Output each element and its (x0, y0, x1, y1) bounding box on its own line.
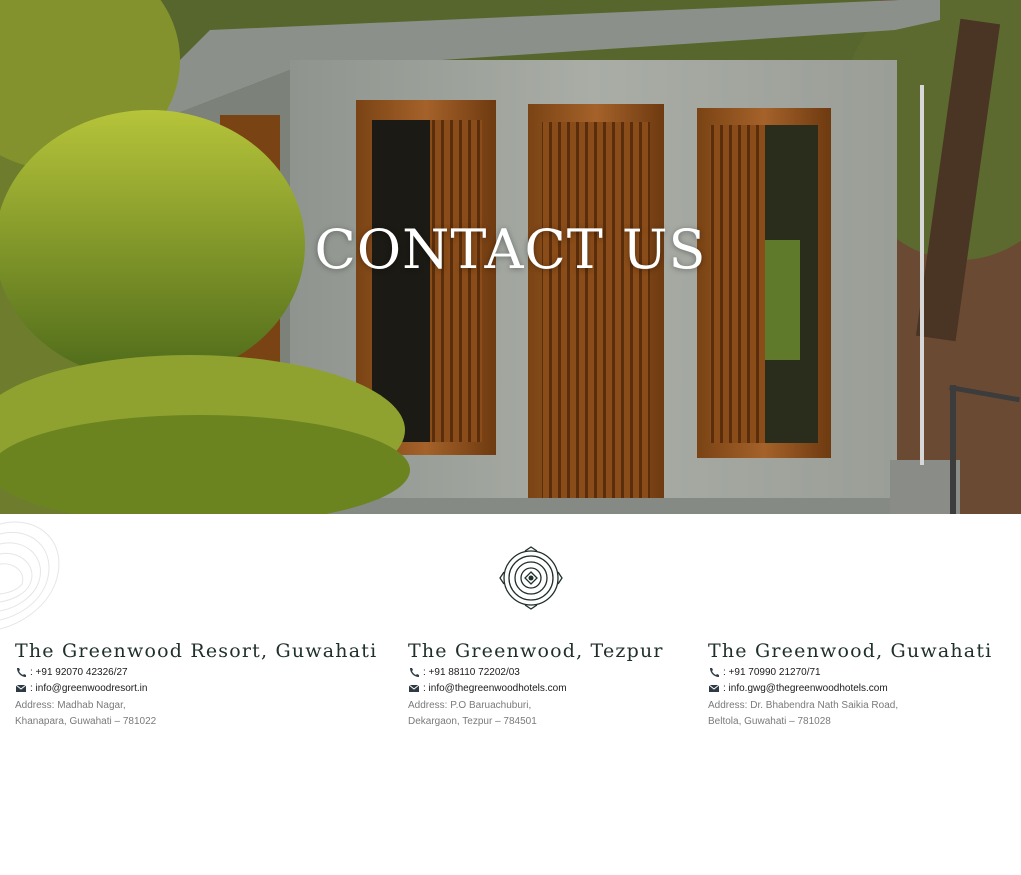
location-card-tezpur: The Greenwood, Tezpur : +91 88110 72202/… (408, 640, 664, 730)
envelope-icon (708, 684, 720, 692)
address-line-1: Address: Madhab Nagar, (15, 700, 126, 711)
email-address[interactable]: : info@greenwoodresort.in (30, 683, 147, 694)
email-address[interactable]: : info.gwg@thegreenwoodhotels.com (723, 683, 888, 694)
location-card-guwahati: The Greenwood, Guwahati : +91 70990 2127… (708, 640, 992, 730)
email-line: : info@thegreenwoodhotels.com (408, 683, 664, 694)
phone-icon (410, 668, 419, 677)
location-name: The Greenwood, Guwahati (708, 640, 993, 662)
address-line-2: Beltola, Guwahati – 781028 (708, 716, 831, 727)
phone-number[interactable]: : +91 88110 72202/03 (423, 667, 520, 678)
address: Address: Dr. Bhabendra Nath Saikia Road,… (708, 698, 928, 730)
address: Address: P.O Baruachuburi, Dekargaon, Te… (408, 698, 628, 730)
phone-line: : +91 92070 42326/27 (15, 667, 377, 678)
email-address[interactable]: : info@thegreenwoodhotels.com (423, 683, 567, 694)
email-line: : info@greenwoodresort.in (15, 683, 377, 694)
phone-line: : +91 70990 21270/71 (708, 667, 992, 678)
decorative-swirl-icon (0, 521, 60, 630)
hero-banner: CONTACT US (0, 0, 1021, 514)
page-title: CONTACT US (314, 218, 707, 281)
address-line-1: Address: P.O Baruachuburi, (408, 700, 532, 711)
address-line-2: Dekargaon, Tezpur – 784501 (408, 716, 537, 727)
address: Address: Madhab Nagar, Khanapara, Guwaha… (15, 698, 235, 730)
phone-line: : +91 88110 72202/03 (408, 667, 664, 678)
phone-number[interactable]: : +91 70990 21270/71 (723, 667, 821, 678)
envelope-icon (408, 684, 420, 692)
location-card-resort-guwahati: The Greenwood Resort, Guwahati : +91 920… (15, 640, 377, 730)
location-name: The Greenwood Resort, Guwahati (15, 640, 378, 662)
email-line: : info.gwg@thegreenwoodhotels.com (708, 683, 992, 694)
location-name: The Greenwood, Tezpur (408, 640, 664, 662)
address-line-1: Address: Dr. Bhabendra Nath Saikia Road, (708, 700, 899, 711)
address-line-2: Khanapara, Guwahati – 781022 (15, 716, 157, 727)
phone-icon (17, 668, 26, 677)
envelope-icon (15, 684, 27, 692)
phone-icon (710, 668, 719, 677)
phone-number[interactable]: : +91 92070 42326/27 (30, 667, 128, 678)
resort-emblem-icon (499, 546, 563, 610)
